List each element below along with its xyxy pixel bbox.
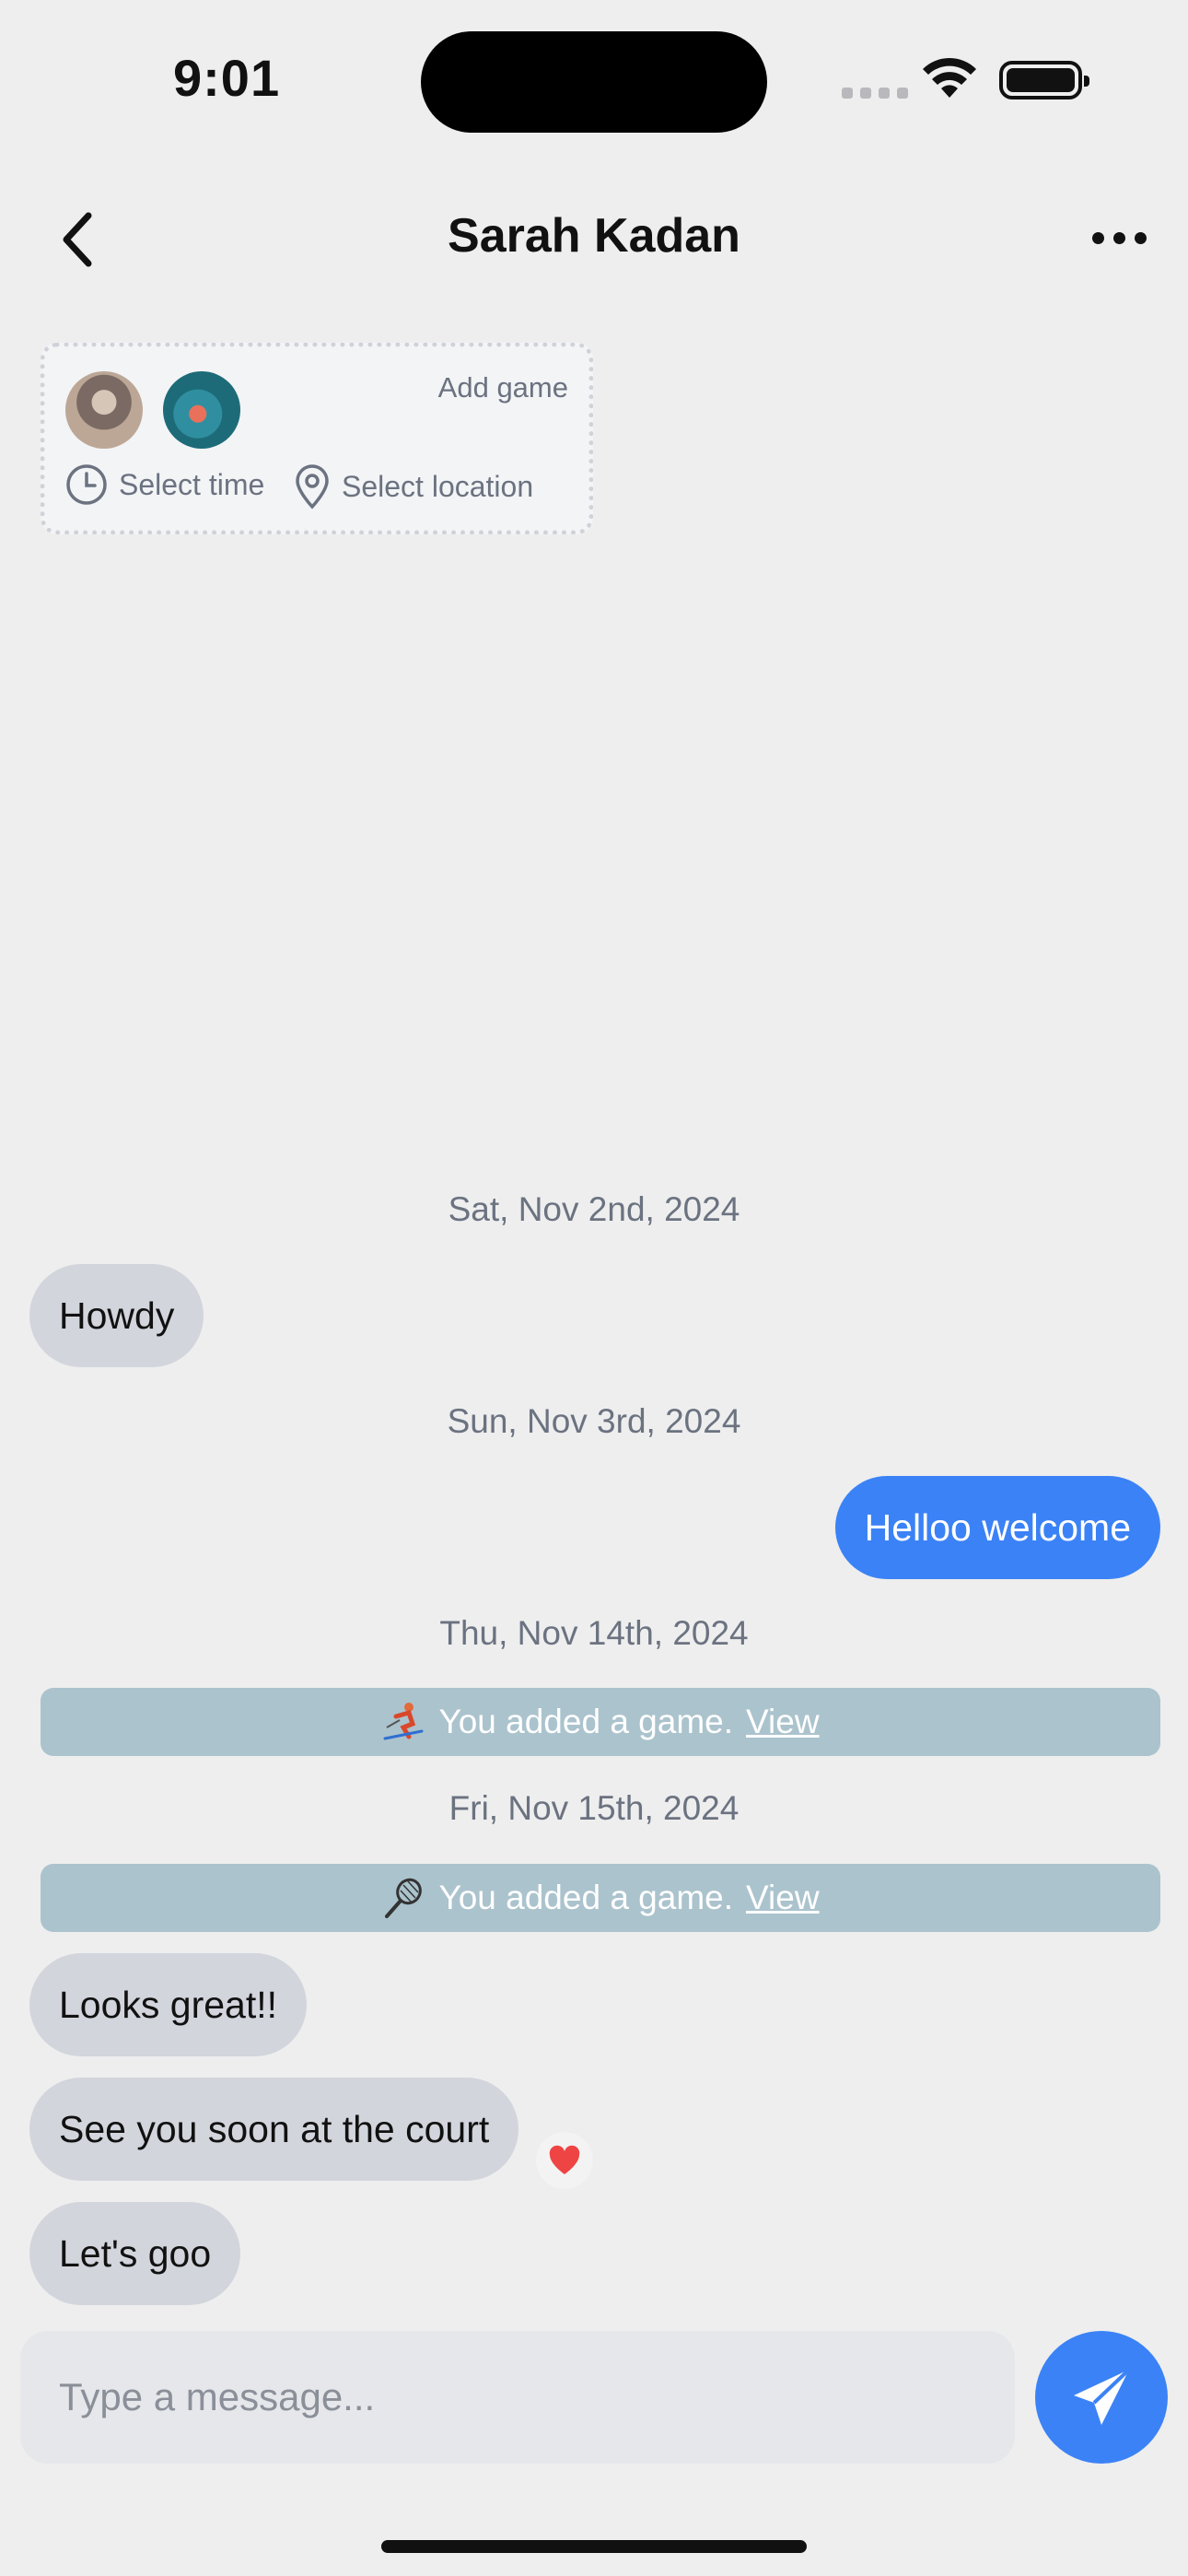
date-separator: Thu, Nov 14th, 2024	[439, 1614, 749, 1652]
date-separator: Fri, Nov 15th, 2024	[448, 1789, 740, 1827]
add-game-button[interactable]: Add game	[438, 371, 568, 404]
date-separator: Sat, Nov 2nd, 2024	[448, 1190, 740, 1228]
chat-title: Sarah Kadan	[448, 209, 740, 263]
avatar	[163, 371, 240, 449]
home-indicator	[381, 2540, 807, 2553]
incoming-message[interactable]: Howdy	[29, 1264, 204, 1367]
cellular-signal-icon	[842, 88, 908, 99]
system-message: You added a game. View	[41, 1864, 1160, 1932]
select-time-button[interactable]: Select time	[65, 463, 264, 506]
ellipsis-icon[interactable]	[1092, 232, 1147, 244]
paper-plane-icon	[1074, 2368, 1131, 2425]
select-time-label: Select time	[119, 467, 265, 501]
view-game-link[interactable]: View	[746, 1879, 820, 1917]
incoming-message[interactable]: See you soon at the court	[29, 2078, 519, 2181]
incoming-message[interactable]: Looks great!!	[29, 1953, 308, 2056]
send-button[interactable]	[1035, 2331, 1168, 2464]
heart-reaction-icon[interactable]	[536, 2132, 593, 2189]
date-separator: Sun, Nov 3rd, 2024	[447, 1402, 741, 1440]
status-time: 9:01	[173, 49, 281, 107]
message-input[interactable]	[20, 2331, 1015, 2464]
clock-icon	[66, 464, 107, 505]
wifi-icon	[923, 57, 976, 98]
skier-icon	[383, 1703, 424, 1740]
avatar	[65, 371, 143, 449]
system-message-text: You added a game.	[438, 1879, 734, 1916]
outgoing-message[interactable]: Helloo welcome	[834, 1476, 1160, 1579]
incoming-message[interactable]: Let's goo	[29, 2202, 241, 2305]
select-location-label: Select location	[342, 469, 534, 503]
tennis-racket-icon	[385, 1878, 423, 1918]
dynamic-island	[421, 31, 767, 133]
system-message: You added a game. View	[41, 1688, 1160, 1756]
select-location-button[interactable]: Select location	[294, 463, 533, 509]
system-message-text: You added a game.	[438, 1703, 734, 1740]
view-game-link[interactable]: View	[746, 1703, 820, 1741]
game-card[interactable]: Add game Select time Select location	[41, 343, 593, 534]
battery-icon	[999, 61, 1089, 100]
location-pin-icon	[296, 464, 329, 509]
